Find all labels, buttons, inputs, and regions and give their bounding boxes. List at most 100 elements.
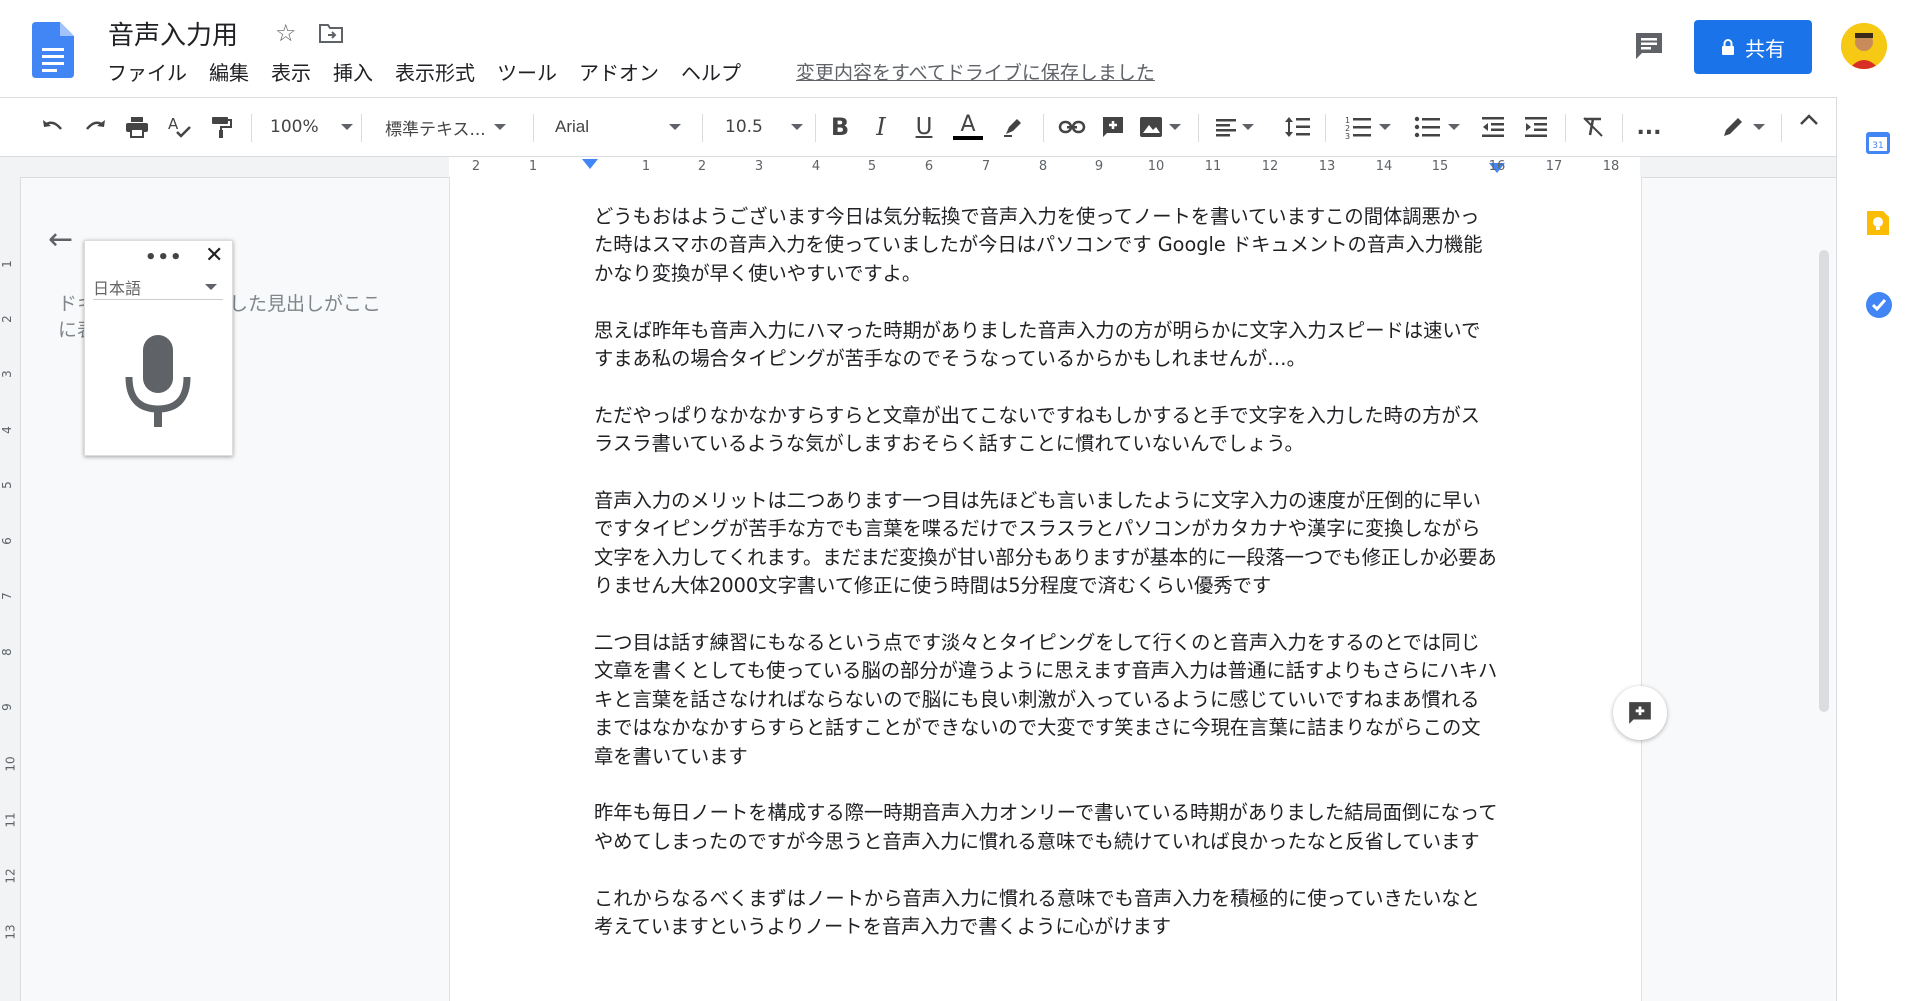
font-size-select[interactable]: 10.5 (725, 112, 805, 142)
vruler-number: 9 (0, 703, 14, 711)
share-button[interactable]: 共有 (1694, 20, 1812, 74)
text-color-icon[interactable]: A (952, 112, 984, 142)
menu-format[interactable]: 表示形式 (384, 58, 486, 88)
menu-file[interactable]: ファイル (107, 58, 198, 88)
ruler-number: 9 (1094, 159, 1104, 174)
image-icon[interactable] (1138, 112, 1182, 142)
paragraph[interactable]: 昨年も毎日ノートを構成する際一時期音声入力オンリーで書いている時期がありました結… (594, 799, 1498, 856)
paragraph[interactable]: 二つ目は話す練習にもなるという点です淡々とタイピングをして行くのと音声入力をする… (594, 629, 1498, 771)
zoom-value: 100% (270, 117, 319, 137)
bold-icon[interactable]: B (825, 112, 855, 142)
paragraph[interactable]: どうもおはようございます今日は気分転換で音声入力を使ってノートを書いていますこの… (594, 203, 1498, 288)
line-spacing-icon[interactable] (1282, 112, 1314, 142)
style-select[interactable]: 標準テキス... (385, 112, 520, 142)
style-value: 標準テキス... (385, 119, 486, 140)
avatar[interactable] (1841, 23, 1887, 69)
add-comment-icon (1629, 702, 1651, 724)
ruler-number: 18 (1602, 159, 1620, 174)
voice-drag-handle[interactable]: ••• (145, 247, 183, 268)
ruler-number: 16 (1488, 159, 1506, 174)
keep-icon[interactable] (1865, 209, 1891, 237)
close-icon[interactable]: ✕ (205, 243, 223, 268)
comment-icon[interactable] (1098, 112, 1128, 142)
vertical-ruler[interactable]: 1 2 3 4 5 6 7 8 9 10 11 12 13 (0, 177, 21, 1001)
undo-icon[interactable] (38, 112, 68, 142)
underline-icon[interactable]: U (909, 112, 939, 142)
add-comment-button[interactable] (1613, 686, 1667, 740)
font-value: Arial (555, 117, 590, 136)
paragraph[interactable]: これからなるべくまずはノートから音声入力に慣れる意味でも音声入力を積極的に使って… (594, 885, 1498, 942)
paint-format-icon[interactable] (206, 112, 236, 142)
toolbar: A 100% 標準テキス... Arial 10.5 B I U A 1 2 3… (0, 98, 1836, 157)
vruler-number: 10 (3, 756, 18, 772)
microphone-icon[interactable] (123, 333, 193, 429)
chevron-up-icon[interactable] (1797, 112, 1821, 128)
docs-logo-icon[interactable] (32, 22, 74, 78)
vruler-number: 2 (0, 315, 14, 323)
ruler-number: 11 (1204, 159, 1222, 174)
back-arrow-icon[interactable]: ← (48, 222, 73, 257)
left-indent-marker[interactable] (581, 159, 599, 173)
comments-icon[interactable] (1633, 30, 1665, 62)
menu-edit[interactable]: 編集 (198, 58, 260, 88)
ruler-number: 4 (811, 159, 821, 174)
vruler-number: 6 (0, 537, 14, 545)
ruler-number: 12 (1261, 159, 1279, 174)
share-label: 共有 (1745, 36, 1785, 61)
paragraph[interactable]: ただやっぱりなかなかすらすらと文章が出てこないですねもしかすると手で文字を入力し… (594, 402, 1498, 459)
voice-typing-widget[interactable]: ••• ✕ 日本語 (84, 240, 233, 456)
ruler-number: 17 (1545, 159, 1563, 174)
print-icon[interactable] (122, 112, 152, 142)
more-icon[interactable]: ... (1634, 112, 1664, 142)
edit-mode-icon[interactable] (1718, 112, 1768, 142)
star-icon[interactable]: ☆ (275, 19, 297, 47)
language-select[interactable]: 日本語 (93, 275, 223, 300)
ruler-number: 3 (754, 159, 764, 174)
ruler-number: 6 (924, 159, 934, 174)
document-page[interactable]: どうもおはようございます今日は気分転換で音声入力を使ってノートを書いていますこの… (449, 177, 1642, 1001)
menu-addons[interactable]: アドオン (568, 58, 670, 88)
indent-increase-icon[interactable] (1521, 112, 1551, 142)
side-panel: 31 (1836, 97, 1920, 1001)
save-status[interactable]: 変更内容をすべてドライブに保存しました (796, 58, 1155, 88)
menu-tools[interactable]: ツール (486, 58, 568, 88)
redo-icon[interactable] (80, 112, 110, 142)
highlight-icon[interactable] (998, 112, 1028, 142)
italic-icon[interactable]: I (866, 112, 896, 142)
menu-view[interactable]: 表示 (260, 58, 322, 88)
vruler-number: 11 (3, 812, 18, 828)
vruler-number: 3 (0, 370, 14, 378)
vruler-number: 7 (0, 592, 14, 600)
paragraph[interactable]: 思えば昨年も音声入力にハマった時期がありました音声入力の方が明らかに文字入力スピ… (594, 317, 1498, 374)
align-icon[interactable] (1212, 112, 1256, 142)
tasks-icon[interactable] (1865, 291, 1893, 319)
ruler-number: 2 (697, 159, 707, 174)
document-title[interactable]: 音声入力用 (108, 15, 238, 52)
menu-help[interactable]: ヘルプ (670, 58, 752, 88)
scrollbar[interactable] (1819, 250, 1829, 712)
horizontal-ruler[interactable]: 2 1 1 2 3 4 5 6 7 8 9 10 11 12 13 14 15 … (0, 157, 1836, 178)
folder-icon[interactable] (318, 21, 344, 45)
zoom-select[interactable]: 100% (270, 112, 353, 142)
ruler-number: 1 (528, 159, 538, 174)
indent-decrease-icon[interactable] (1478, 112, 1508, 142)
svg-text:3: 3 (1345, 132, 1350, 139)
menu-insert[interactable]: 挿入 (322, 58, 384, 88)
ruler-number: 5 (867, 159, 877, 174)
link-icon[interactable] (1056, 112, 1088, 142)
ruler-number: 2 (471, 159, 481, 174)
spellcheck-icon[interactable]: A (164, 112, 194, 142)
clear-format-icon[interactable] (1578, 112, 1608, 142)
document-body[interactable]: どうもおはようございます今日は気分転換で音声入力を使ってノートを書いていますこの… (594, 203, 1498, 970)
header: 音声入力用 ☆ ファイル 編集 表示 挿入 表示形式 ツール アドオン ヘルプ … (0, 0, 1920, 98)
calendar-icon[interactable]: 31 (1865, 129, 1891, 155)
numbered-list-icon[interactable]: 123 (1343, 112, 1393, 142)
paragraph[interactable]: 音声入力のメリットは二つあります一つ目は先ほども言いましたように文字入力の速度が… (594, 487, 1498, 601)
bulleted-list-icon[interactable] (1412, 112, 1462, 142)
font-select[interactable]: Arial (555, 112, 690, 142)
ruler-number: 14 (1375, 159, 1393, 174)
ruler-number: 1 (641, 159, 651, 174)
language-value: 日本語 (93, 279, 142, 298)
svg-text:A: A (168, 115, 179, 133)
ruler-number: 7 (981, 159, 991, 174)
